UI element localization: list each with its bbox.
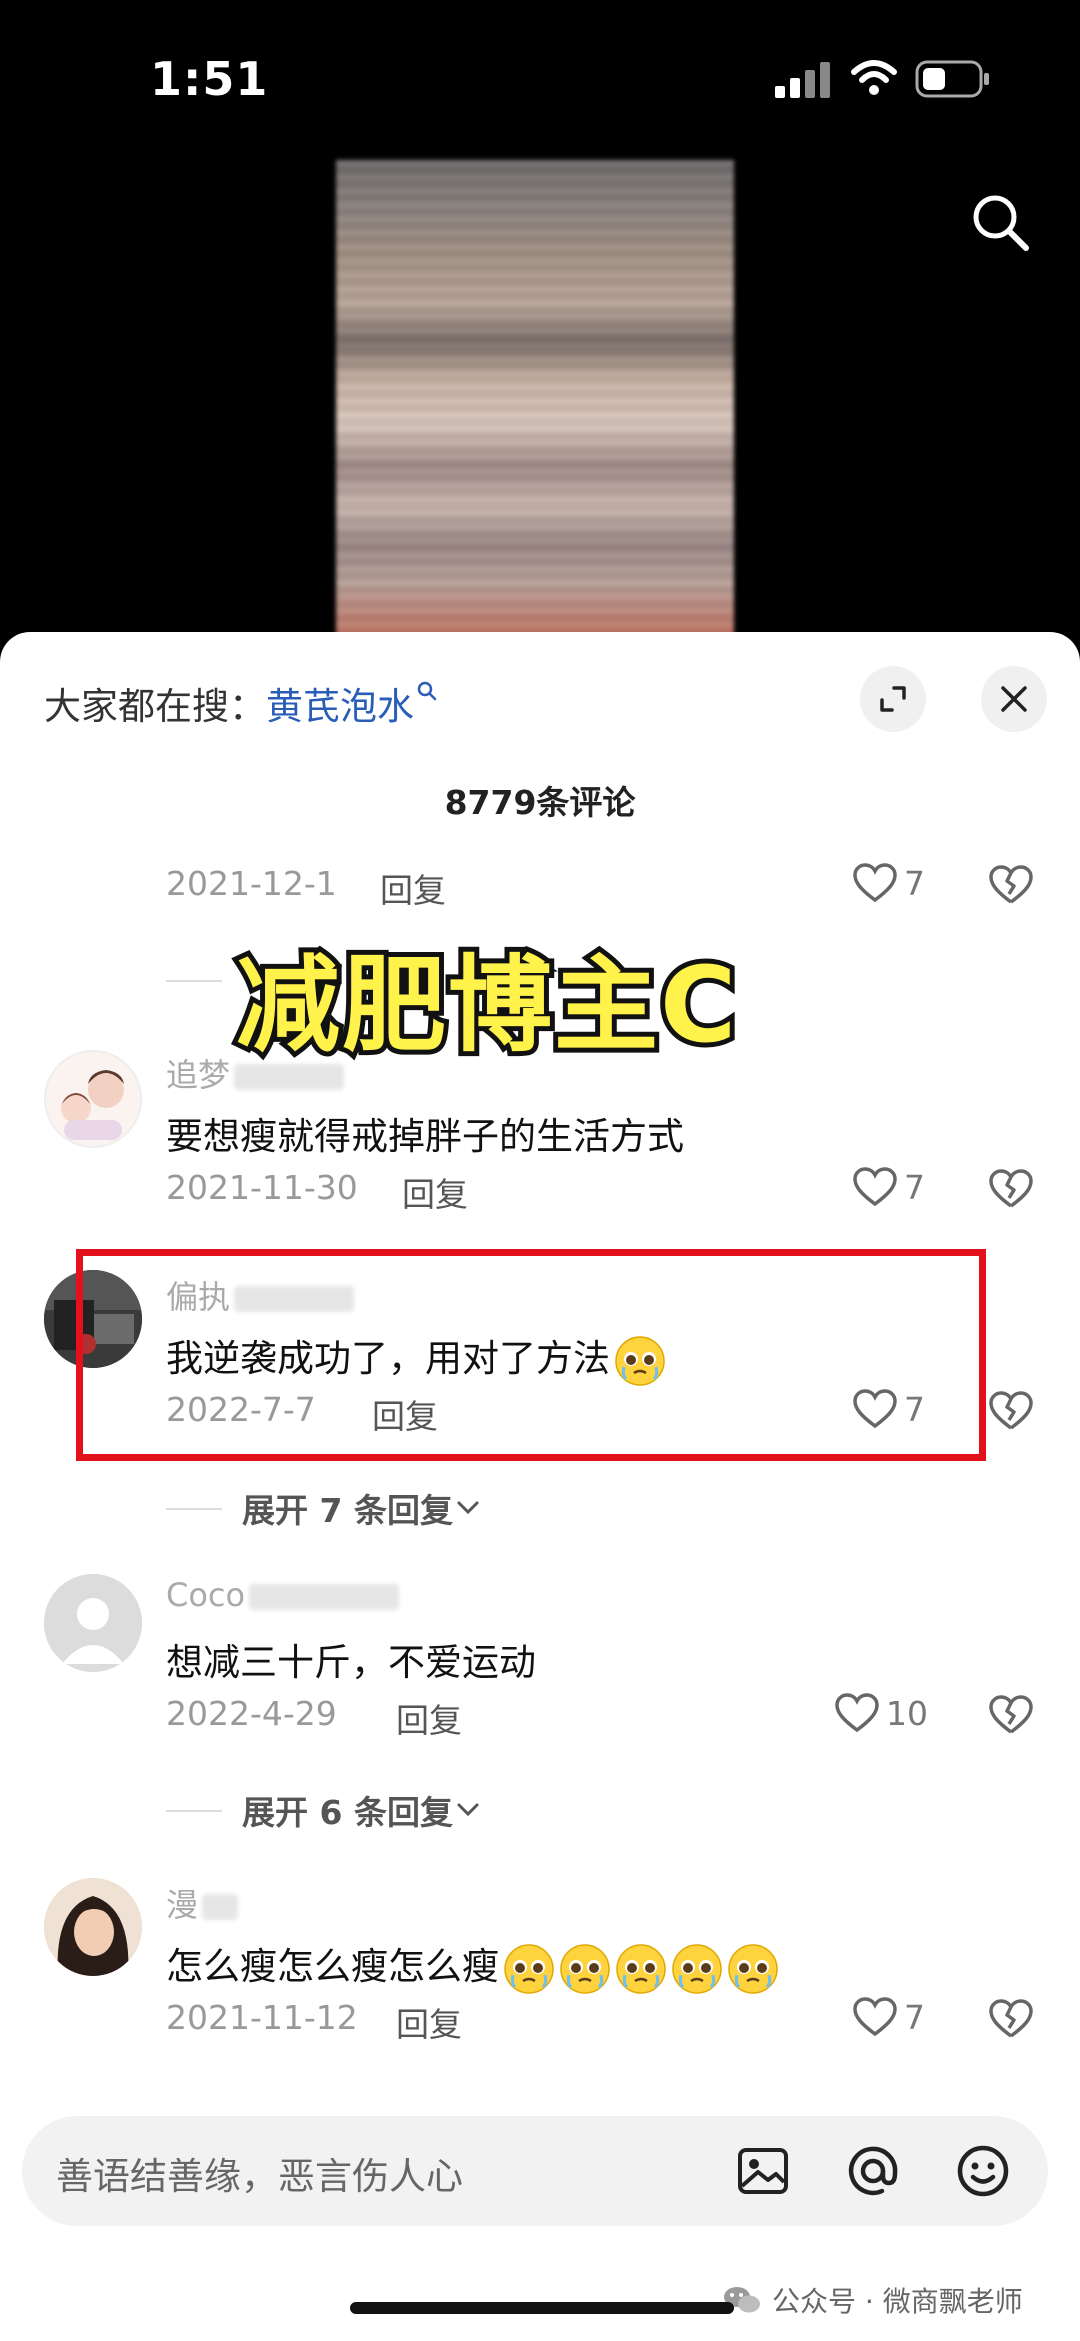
- broken-heart-icon[interactable]: [988, 1694, 1034, 1736]
- divider: [166, 980, 222, 982]
- username[interactable]: Coco: [166, 1576, 400, 1614]
- comment-date: 2021-11-12: [166, 1998, 358, 2037]
- avatar[interactable]: [44, 1574, 142, 1672]
- like-count: 7: [904, 1997, 925, 2037]
- broken-heart-icon[interactable]: [988, 1390, 1034, 1432]
- like-button[interactable]: 7: [852, 862, 925, 904]
- heart-icon: [835, 1693, 879, 1733]
- broken-heart-icon[interactable]: [988, 1168, 1034, 1210]
- status-bar: 1:51: [0, 0, 1080, 150]
- avatar[interactable]: [44, 1878, 142, 1976]
- broken-heart-icon[interactable]: [988, 864, 1034, 906]
- comment-input-bar[interactable]: 善语结善缘，恶言伤人心: [22, 2116, 1048, 2226]
- like-button[interactable]: 10: [834, 1692, 928, 1734]
- comment-count: 8779条评论: [444, 783, 636, 822]
- like-button[interactable]: 7: [852, 1996, 925, 2038]
- comment-text: 要想瘦就得戒掉胖子的生活方式: [166, 1115, 684, 1158]
- comment-text: 怎么瘦怎么瘦怎么瘦: [166, 1936, 779, 1995]
- like-count: 10: [886, 1693, 928, 1733]
- divider: [166, 1508, 222, 1510]
- overlay-title: 减肥博主C: [231, 939, 741, 1071]
- pleading-emoji-icon: [560, 1943, 610, 1994]
- broken-heart-icon[interactable]: [988, 1998, 1034, 2040]
- default-avatar-icon: [44, 1574, 142, 1672]
- close-icon: [1001, 686, 1027, 712]
- comment-text: 想减三十斤，不爱运动: [166, 1641, 536, 1684]
- avatar-image: [44, 1050, 142, 1148]
- divider: [166, 1810, 222, 1812]
- reply-button[interactable]: 回复: [396, 1998, 462, 2046]
- expand-icon: [880, 686, 906, 712]
- video-thumbnail: [336, 160, 734, 640]
- reply-button[interactable]: 回复: [396, 1694, 462, 1742]
- at-icon[interactable]: [842, 2140, 904, 2202]
- close-button[interactable]: [981, 666, 1047, 732]
- chevron-down-icon: [457, 1803, 479, 1817]
- avatar[interactable]: [44, 1050, 142, 1148]
- pleading-emoji-icon: [672, 1943, 722, 1994]
- hot-search-bar[interactable]: 大家都在搜：黄芪泡水: [44, 676, 438, 730]
- heart-icon: [853, 1997, 897, 2037]
- expand-replies-button[interactable]: 展开 6 条回复: [242, 1786, 483, 1834]
- expand-replies-button[interactable]: 展开 7 条回复: [242, 1484, 483, 1532]
- username[interactable]: 漫: [166, 1880, 239, 1926]
- like-button[interactable]: 7: [852, 1166, 925, 1208]
- chevron-down-icon: [457, 1501, 479, 1515]
- pleading-emoji-icon: [504, 1943, 554, 1994]
- pleading-emoji-icon: [728, 1943, 778, 1994]
- pleading-emoji-icon: [616, 1943, 666, 1994]
- comment-date: 2021-11-30: [166, 1168, 358, 1207]
- emoji-icon[interactable]: [952, 2140, 1014, 2202]
- battery-icon: [915, 60, 989, 98]
- expand-button[interactable]: [860, 666, 926, 732]
- watermark-text: 公众号 · 微商飘老师: [772, 2285, 1023, 2318]
- status-time: 1:51: [150, 52, 269, 106]
- wifi-icon: [851, 60, 897, 95]
- comment-date: 2022-4-29: [166, 1694, 337, 1733]
- signal-icon: [775, 62, 830, 98]
- reply-button[interactable]: 回复: [402, 1168, 468, 1216]
- home-indicator[interactable]: [350, 2302, 734, 2314]
- comment-date: 2021-12-1: [166, 864, 337, 903]
- search-icon[interactable]: [968, 190, 1032, 254]
- heart-icon: [853, 1167, 897, 1207]
- hot-search-prefix: 大家都在搜：: [44, 685, 266, 728]
- comment-input-placeholder[interactable]: 善语结善缘，恶言伤人心: [56, 2146, 463, 2200]
- hot-search-keyword[interactable]: 黄芪泡水: [266, 685, 414, 728]
- watermark: 公众号 · 微商飘老师: [722, 2280, 1023, 2320]
- search-icon: [417, 681, 437, 701]
- highlight-box: [76, 1249, 986, 1461]
- like-count: 7: [904, 1167, 925, 1207]
- avatar-image: [44, 1878, 142, 1976]
- heart-icon: [853, 863, 897, 903]
- like-count: 7: [904, 863, 925, 903]
- image-icon[interactable]: [732, 2140, 794, 2202]
- reply-button[interactable]: 回复: [380, 864, 446, 912]
- comment-sheet: 大家都在搜：黄芪泡水 8779条评论 2021-12-1 回复 7 追梦 要想瘦…: [0, 632, 1080, 2341]
